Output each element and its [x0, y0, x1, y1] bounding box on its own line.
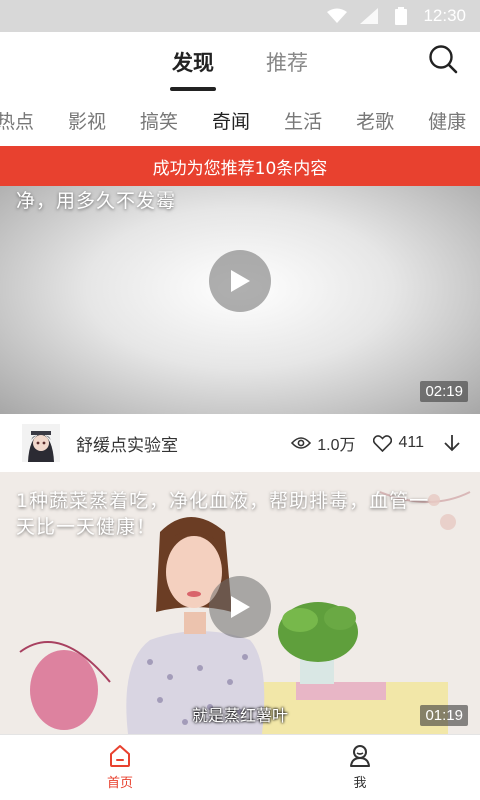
banner-text: 成功为您推荐10条内容 — [152, 158, 328, 179]
video-duration: 02:19 — [420, 381, 468, 402]
bottom-nav: 首页 我 — [0, 734, 480, 800]
nav-home[interactable]: 首页 — [0, 735, 240, 800]
tab-recommend[interactable]: 推荐 — [266, 45, 308, 77]
author-avatar[interactable] — [22, 424, 60, 462]
video-duration: 01:19 — [420, 705, 468, 726]
download-icon[interactable] — [442, 433, 462, 453]
category-hot[interactable]: 热点 — [0, 107, 34, 134]
category-odd-news[interactable]: 奇闻 — [212, 107, 250, 134]
like-count: 411 — [398, 434, 424, 451]
category-film[interactable]: 影视 — [68, 107, 106, 134]
category-health[interactable]: 健康 — [428, 107, 466, 134]
clock: 12:30 — [423, 6, 466, 25]
category-bar: 热点 影视 搞笑 奇闻 生活 老歌 健康 — [0, 98, 480, 142]
top-tabs: 发现 推荐 — [0, 32, 480, 90]
video-card-2[interactable]: 1种蔬菜蒸着吃，净化血液，帮助排毒，血管一 天比一天健康！ 就是蒸红薯叶 01:… — [0, 472, 480, 734]
tab-discover[interactable]: 发现 — [172, 45, 214, 77]
video-title: 净，用多久不发霉 — [16, 190, 177, 212]
category-old-songs[interactable]: 老歌 — [356, 107, 394, 134]
profile-icon — [350, 745, 370, 767]
video-card-1[interactable]: 净，用多久不发霉 02:19 — [0, 186, 480, 414]
wifi-icon — [327, 6, 348, 26]
signal-icon — [359, 6, 379, 26]
video-meta-row: 舒缓点实验室 1.0万 411 — [0, 414, 480, 472]
view-count-value: 1.0万 — [317, 437, 356, 454]
video-title-line-1: 1种蔬菜蒸着吃，净化血液，帮助排毒，血管一 — [16, 490, 430, 512]
nav-profile[interactable]: 我 — [240, 735, 480, 800]
search-icon[interactable] — [428, 44, 458, 74]
nav-profile-label: 我 — [353, 776, 367, 791]
heart-icon — [373, 434, 393, 452]
play-icon[interactable] — [209, 576, 271, 638]
battery-icon — [391, 6, 411, 26]
eye-icon — [291, 437, 312, 449]
category-life[interactable]: 生活 — [284, 107, 322, 134]
view-count: 1.0万 — [291, 431, 355, 455]
home-icon — [110, 745, 130, 767]
category-funny[interactable]: 搞笑 — [140, 107, 178, 134]
author-name[interactable]: 舒缓点实验室 — [76, 431, 291, 456]
play-icon[interactable] — [209, 250, 271, 312]
video-title-line-2: 天比一天健康！ — [16, 516, 157, 538]
video-title: 1种蔬菜蒸着吃，净化血液，帮助排毒，血管一 天比一天健康！ — [16, 488, 429, 540]
video-subtitle: 就是蒸红薯叶 — [191, 706, 288, 725]
like-button[interactable]: 411 — [373, 434, 424, 452]
nav-home-label: 首页 — [106, 776, 133, 791]
status-bar: 12:30 — [0, 0, 480, 32]
recommend-banner: 成功为您推荐10条内容 — [0, 146, 480, 186]
